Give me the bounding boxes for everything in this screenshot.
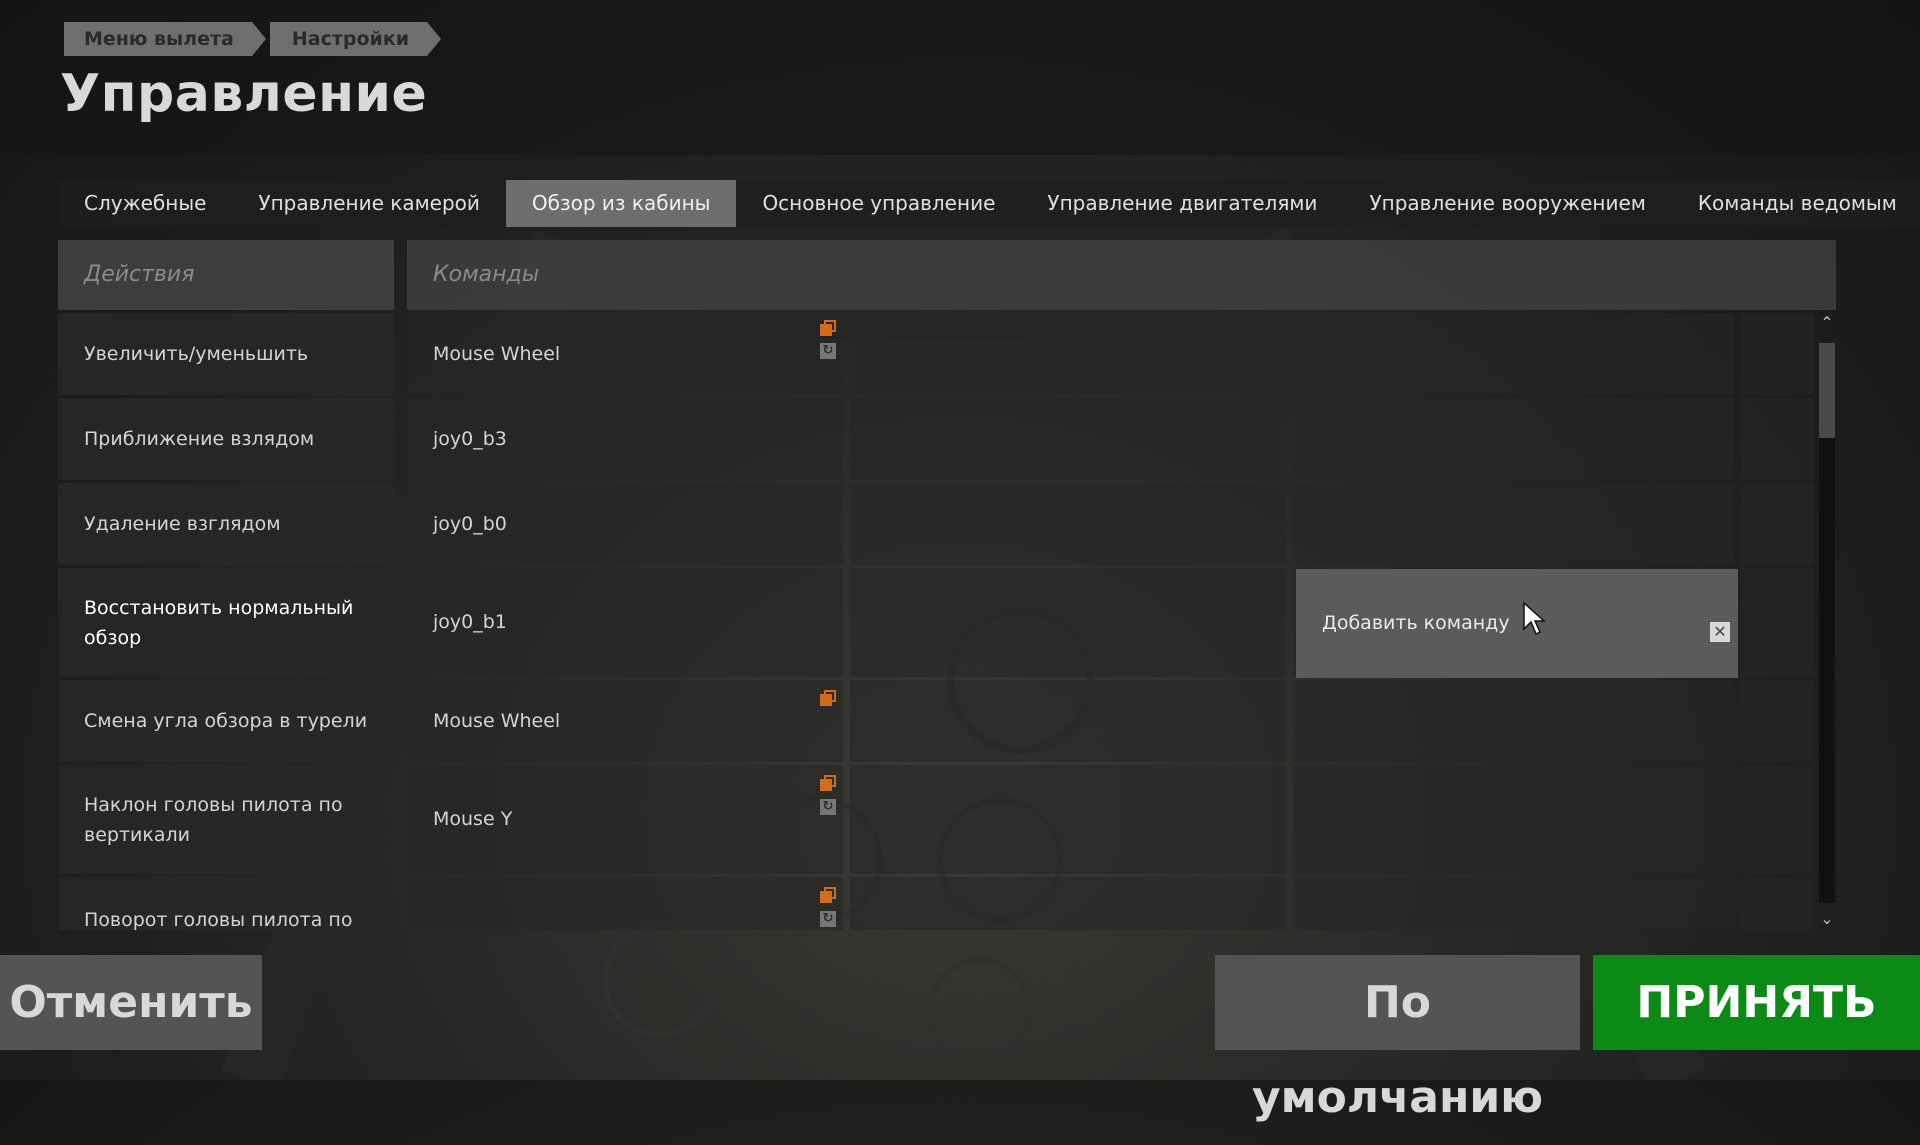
axis-settings-icon[interactable] [820, 775, 836, 791]
tab-wingman-commands[interactable]: Команды ведомым [1672, 180, 1920, 227]
action-cell: Поворот головы пилота по [58, 877, 394, 930]
tab-bar: Служебные Управление камерой Обзор из ка… [58, 180, 1920, 227]
command-slot-2[interactable] [850, 568, 1286, 677]
command-slot-2[interactable] [850, 680, 1286, 762]
command-slot-4[interactable] [1741, 877, 1814, 930]
accept-button[interactable]: ПРИНЯТЬ [1593, 955, 1920, 1050]
command-slot-3[interactable] [1293, 765, 1734, 874]
mouse-cursor-icon [1523, 601, 1546, 636]
action-cell: Увеличить/уменьшить [58, 313, 394, 395]
reset-default-button[interactable]: По умолчанию [1215, 955, 1580, 1123]
command-slot-1[interactable]: Mouse Wheel [407, 680, 843, 762]
command-value: joy0_b3 [433, 428, 507, 450]
action-label: Наклон головы пилота по вертикали [84, 793, 343, 846]
invert-axis-icon[interactable]: ↻ [820, 343, 836, 359]
tab-camera-control[interactable]: Управление камерой [232, 180, 505, 227]
table-row[interactable]: Смена угла обзора в турели Mouse Wheel [58, 680, 1814, 762]
action-label: Увеличить/уменьшить [84, 343, 309, 365]
table-header: Действия Команды [58, 240, 1836, 310]
command-slot-4[interactable] [1741, 680, 1814, 762]
command-slot-3[interactable] [1293, 483, 1734, 565]
tab-service[interactable]: Служебные [58, 180, 232, 227]
table-row[interactable]: Удаление взглядом joy0_b0 [58, 483, 1814, 565]
command-slot-1[interactable]: Mouse Wheel [407, 313, 843, 395]
command-slot-3[interactable] [1293, 680, 1734, 762]
command-slot-2[interactable] [850, 313, 1286, 395]
command-slot-4[interactable] [1741, 398, 1814, 480]
command-slot-1[interactable] [407, 877, 843, 930]
action-label: Поворот головы пилота по [84, 909, 353, 930]
action-label: Приближение взлядом [84, 428, 315, 450]
command-slot-3[interactable] [1293, 877, 1734, 930]
tab-main-control[interactable]: Основное управление [736, 180, 1021, 227]
tab-engine-control[interactable]: Управление двигателями [1021, 180, 1343, 227]
command-slot-3[interactable] [1293, 398, 1734, 480]
command-slot-4[interactable] [1741, 313, 1814, 395]
command-value: Mouse Y [433, 808, 513, 830]
close-icon[interactable]: ✕ [1710, 622, 1730, 642]
command-slot-2[interactable] [850, 877, 1286, 930]
scroll-down-icon[interactable]: ⌄ [1818, 909, 1836, 929]
invert-axis-icon[interactable]: ↻ [820, 799, 836, 815]
action-cell: Наклон головы пилота по вертикали [58, 765, 394, 874]
axis-settings-icon[interactable] [820, 320, 836, 336]
action-cell: Удаление взглядом [58, 483, 394, 565]
action-label: Восстановить нормальный обзор [84, 596, 354, 649]
command-slot-4[interactable] [1741, 765, 1814, 874]
axis-settings-icon[interactable] [820, 690, 836, 706]
command-value: Mouse Wheel [433, 343, 561, 365]
action-cell: Смена угла обзора в турели [58, 680, 394, 762]
add-command-popup[interactable]: Добавить команду ✕ [1296, 569, 1738, 678]
table-scrollbar[interactable]: ⌃ ⌄ [1818, 313, 1836, 930]
command-slot-2[interactable] [850, 398, 1286, 480]
add-command-label: Добавить команду [1322, 612, 1510, 634]
action-cell: Восстановить нормальный обзор [58, 568, 394, 677]
tab-cockpit-view[interactable]: Обзор из кабины [505, 180, 737, 227]
command-slot-1[interactable]: joy0_b1 [407, 568, 843, 677]
tab-weapon-control[interactable]: Управление вооружением [1343, 180, 1671, 227]
actions-column-header: Действия [58, 240, 394, 310]
scroll-up-icon[interactable]: ⌃ [1818, 313, 1836, 333]
invert-axis-icon[interactable]: ↻ [820, 911, 836, 927]
commands-column-header: Команды [407, 240, 1836, 310]
command-slot-2[interactable] [850, 483, 1286, 565]
table-row[interactable]: Увеличить/уменьшить Mouse Wheel ↻ [58, 313, 1814, 395]
scrollbar-thumb[interactable] [1819, 343, 1835, 438]
command-slot-1[interactable]: joy0_b3 [407, 398, 843, 480]
axis-settings-icon[interactable] [820, 887, 836, 903]
command-slot-2[interactable] [850, 765, 1286, 874]
actions-header-label: Действия [84, 262, 195, 287]
table-row[interactable]: Поворот головы пилота по ↻ [58, 877, 1814, 930]
commands-header-label: Команды [433, 262, 540, 287]
table-row[interactable]: Приближение взлядом joy0_b3 [58, 398, 1814, 480]
action-label: Удаление взглядом [84, 513, 281, 535]
command-value: joy0_b1 [433, 611, 507, 633]
command-value: Mouse Wheel [433, 710, 561, 732]
command-slot-3[interactable] [1293, 313, 1734, 395]
command-slot-1[interactable]: Mouse Y [407, 765, 843, 874]
breadcrumb-item-settings[interactable]: Настройки [269, 22, 442, 56]
action-label: Смена угла обзора в турели [84, 710, 368, 732]
command-slot-4[interactable] [1741, 568, 1814, 677]
command-slot-4[interactable] [1741, 483, 1814, 565]
table-row[interactable]: Наклон головы пилота по вертикали Mouse … [58, 765, 1814, 874]
action-cell: Приближение взлядом [58, 398, 394, 480]
breadcrumb: Меню вылета Настройки [64, 22, 445, 56]
command-slot-1[interactable]: joy0_b0 [407, 483, 843, 565]
page-title: Управление [60, 64, 428, 124]
command-value: joy0_b0 [433, 513, 507, 535]
cancel-button[interactable]: Отменить [0, 955, 262, 1050]
breadcrumb-item-flight-menu[interactable]: Меню вылета [64, 22, 266, 56]
